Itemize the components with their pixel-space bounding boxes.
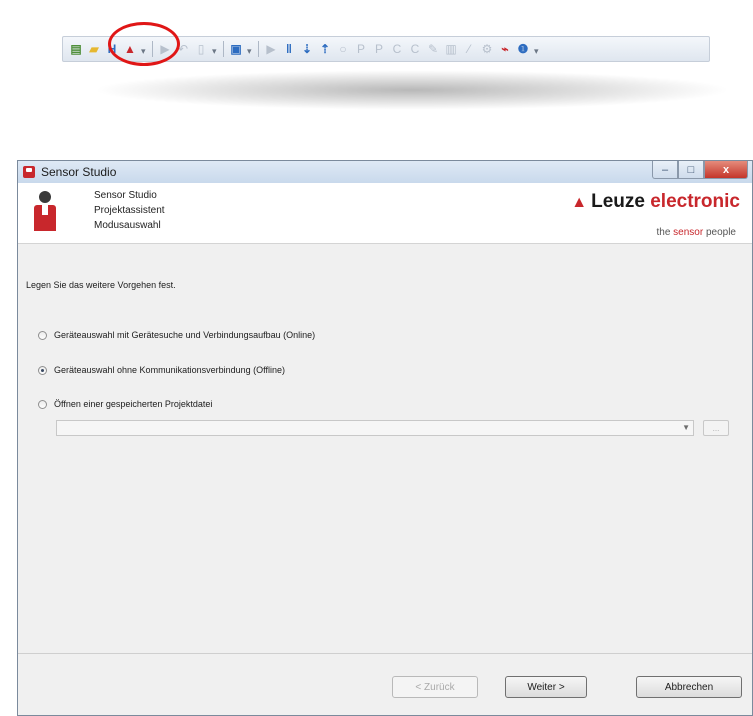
dropdown-grip[interactable]: ▾ (534, 41, 540, 57)
option-online[interactable]: Geräteauswahl mit Gerätesuche und Verbin… (38, 330, 315, 340)
option-online-label: Geräteauswahl mit Gerätesuche und Verbin… (54, 330, 316, 340)
project-path-select[interactable]: ▼ (56, 420, 694, 436)
wizard-footer: < Zurück Weiter > Abbrechen (18, 653, 752, 716)
radio-open-project[interactable] (38, 399, 47, 409)
next-button[interactable]: Weiter > (505, 676, 587, 698)
dropdown-grip[interactable]: ▾ (247, 41, 253, 57)
leuze-triangle-icon: ▲ (571, 194, 588, 211)
tagline-part-1: the (656, 227, 671, 238)
chart-icon[interactable]: ▥ (444, 42, 458, 56)
maximize-button[interactable]: □ (678, 161, 704, 179)
info-icon[interactable]: ❶ (516, 42, 530, 56)
highlight-circle (108, 22, 180, 66)
upload-icon[interactable]: ⇡ (318, 42, 332, 56)
radio-offline[interactable] (38, 365, 47, 375)
dropdown-grip[interactable]: ▾ (212, 41, 218, 57)
play-icon[interactable]: ▶ (264, 42, 278, 56)
record-icon[interactable]: ○ (336, 42, 350, 56)
header-wizard-name: Projektassistent (94, 205, 165, 216)
option-open-project[interactable]: Öffnen einer gespeicherten Projektdatei (38, 399, 212, 409)
toolbar-separator (223, 41, 224, 57)
close-button[interactable]: x (704, 161, 748, 179)
toolbar-shadow (92, 70, 732, 110)
tagline-part-3: people (705, 227, 736, 238)
wizard-header: Sensor Studio Projektassistent Modusausw… (18, 183, 752, 244)
connect-icon[interactable]: ⌁ (498, 42, 512, 56)
header-app-name: Sensor Studio (94, 190, 157, 201)
wizard-content: Legen Sie das weitere Vorgehen fest. Ger… (18, 244, 752, 653)
brand-word-1: Leuze (591, 191, 645, 212)
settings-icon[interactable]: ⚙ (480, 42, 494, 56)
instruction-text: Legen Sie das weitere Vorgehen fest. (26, 280, 176, 290)
back-button[interactable]: < Zurück (392, 676, 478, 698)
sensor-studio-window: Sensor Studio – □ x Sensor Studio Projek… (17, 160, 753, 716)
leuze-logo: ▲ Leuze electronic (571, 191, 740, 213)
option-offline[interactable]: Geräteauswahl ohne Kommunikationsverbind… (38, 365, 285, 375)
toolbar-strip: ▤ ▰ H ▲ ▾ ▶ ↶ ▯ ▾ ▣ ▾ ▶ ‖ ⇣ ⇡ ○ P P C C … (62, 22, 732, 110)
tagline-part-2: sensor (673, 227, 704, 238)
app-icon (23, 166, 35, 178)
browse-button[interactable]: ... (703, 420, 729, 436)
window-title: Sensor Studio (41, 165, 117, 179)
window-controls: – □ x (652, 161, 748, 179)
redo-icon[interactable]: ▯ (194, 42, 208, 56)
option-open-project-label: Öffnen einer gespeicherten Projektdatei (54, 399, 213, 409)
edit-icon[interactable]: ✎ (426, 42, 440, 56)
open-folder-icon[interactable]: ▰ (87, 42, 101, 56)
header-step-name: Modusauswahl (94, 220, 161, 231)
view-icon[interactable]: ▣ (229, 42, 243, 56)
cancel-button[interactable]: Abbrechen (636, 676, 742, 698)
option-offline-label: Geräteauswahl ohne Kommunikationsverbind… (54, 365, 285, 375)
brand-tagline: the sensor people (656, 227, 736, 238)
download-icon[interactable]: ⇣ (300, 42, 314, 56)
toolbar-separator (258, 41, 259, 57)
curve-icon[interactable]: C (390, 42, 404, 56)
param-icon[interactable]: P (354, 42, 368, 56)
minimize-button[interactable]: – (652, 161, 678, 179)
brand-word-2: electronic (650, 191, 740, 212)
pause-icon[interactable]: ‖ (282, 42, 296, 56)
compare-icon[interactable]: ⁄ (462, 42, 476, 56)
new-document-icon[interactable]: ▤ (69, 42, 83, 56)
radio-online[interactable] (38, 330, 47, 340)
chevron-down-icon[interactable]: ▼ (682, 423, 690, 432)
curve-icon[interactable]: C (408, 42, 422, 56)
wizard-header-text: Sensor Studio Projektassistent Modusausw… (94, 188, 165, 233)
title-bar[interactable]: Sensor Studio – □ x (18, 161, 752, 183)
param-icon[interactable]: P (372, 42, 386, 56)
assistant-avatar-icon (34, 191, 56, 235)
